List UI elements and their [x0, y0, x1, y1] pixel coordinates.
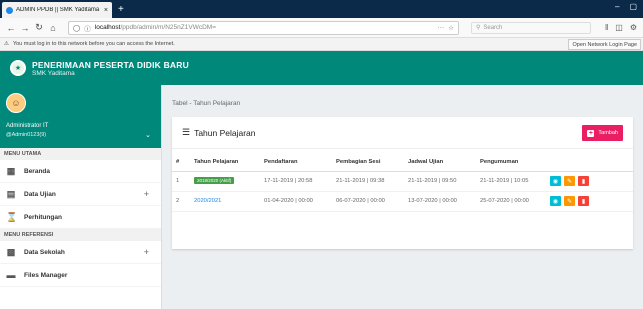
app-subtitle: SMK Yaditama	[32, 69, 75, 77]
col-header-actions	[546, 153, 633, 172]
edit-icon[interactable]: ✎	[564, 176, 575, 186]
active-year-badge: 2019/2020 (Aktif)	[194, 177, 235, 184]
col-header: Jadwal Ujian	[404, 153, 476, 172]
table-row: 1 2019/2020 (Aktif) 17-11-2019 | 20:58 2…	[172, 171, 633, 192]
url-bar[interactable]: ◯ ⓘ localhost /ppdb/admin/m/N25nZ1VWcDM=…	[68, 20, 459, 35]
back-icon[interactable]: ←	[4, 23, 18, 33]
home-icon[interactable]: ⌂	[46, 23, 60, 33]
card-title: Tahun Pelajaran	[194, 127, 256, 138]
new-tab-button[interactable]: +	[118, 2, 124, 18]
add-button[interactable]: + Tambah	[582, 125, 623, 141]
sidebar-item-label: Data Ujian	[24, 190, 56, 198]
sidebar-toggle-icon[interactable]: ◫	[615, 23, 623, 32]
tahun-pelajaran-card: ☰ Tahun Pelajaran + Tambah # Tahun Pelaj…	[172, 117, 633, 249]
school-icon: ▩	[6, 246, 16, 257]
sidebar-item-beranda[interactable]: ▦ Beranda	[0, 160, 161, 183]
url-host: localhost	[94, 24, 121, 31]
edit-icon[interactable]: ✎	[564, 196, 575, 206]
delete-icon[interactable]: ▮	[578, 176, 589, 186]
add-button-label: Tambah	[598, 130, 618, 136]
cell-sesi: 21-11-2019 | 09:38	[332, 171, 404, 192]
cell-sesi: 06-07-2020 | 00:00	[332, 191, 404, 212]
hourglass-icon: ⌛	[6, 211, 18, 222]
user-panel: ☺ Administrator IT @Admin0123(9) ⌄	[0, 85, 161, 148]
warning-icon: ⚠	[4, 41, 9, 47]
cell-ujian: 13-07-2020 | 00:00	[404, 191, 476, 212]
sidebar-item-data-ujian[interactable]: ▤ Data Ujian +	[0, 183, 161, 206]
browser-tab[interactable]: ADMIN PPDB || SMK Yaditama ×	[2, 2, 112, 18]
network-notice-bar: ⚠ You must log in to this network before…	[0, 38, 643, 51]
bookmark-star-icon[interactable]: ☆	[448, 24, 454, 32]
sidebar-item-data-sekolah[interactable]: ▩ Data Sekolah +	[0, 241, 161, 264]
section-header-main: MENU UTAMA	[0, 148, 161, 160]
view-icon[interactable]: ◉	[550, 176, 561, 186]
list-icon: ☰	[182, 127, 191, 137]
avatar: ☺	[6, 93, 26, 113]
cell-no: 2	[172, 191, 190, 212]
book-icon: ▤	[6, 188, 16, 199]
col-header: Pembagian Sesi	[332, 153, 404, 172]
cell-no: 1	[172, 171, 190, 192]
open-login-page-button[interactable]: Open Network Login Page	[568, 39, 641, 50]
favicon-icon	[6, 6, 13, 14]
view-icon[interactable]: ◉	[550, 196, 561, 206]
cell-tahun: 2019/2020 (Aktif)	[190, 171, 260, 192]
plus-icon: +	[587, 129, 595, 137]
tahun-table: # Tahun Pelajaran Pendaftaran Pembagian …	[172, 153, 633, 212]
library-icon[interactable]: ‖	[605, 23, 608, 32]
cell-ujian: 21-11-2019 | 09:50	[404, 171, 476, 192]
year-link[interactable]: 2020/2021	[194, 198, 221, 204]
sidebar: ☺ Administrator IT @Admin0123(9) ⌄ MENU …	[0, 85, 162, 309]
sidebar-item-label: Data Sekolah	[24, 248, 65, 256]
reload-icon[interactable]: ↻	[32, 22, 46, 33]
school-logo-icon: ★	[10, 60, 26, 76]
delete-icon[interactable]: ▮	[578, 196, 589, 206]
browser-nav-bar: ← → ↻ ⌂ ◯ ⓘ localhost /ppdb/admin/m/N25n…	[0, 18, 643, 38]
url-path: /ppdb/admin/m/N25nZ1VWcDM=	[120, 24, 216, 31]
cell-actions: ◉ ✎ ▮	[546, 171, 633, 192]
dashboard-icon: ▦	[6, 165, 16, 176]
cell-pengumuman: 25-07-2020 | 00:00	[476, 191, 546, 212]
expand-icon[interactable]: +	[144, 189, 149, 199]
col-header: #	[172, 153, 190, 172]
sidebar-item-label: Beranda	[24, 167, 51, 175]
sidebar-item-label: Perhitungan	[24, 213, 62, 221]
user-id: @Admin0123(9)	[6, 132, 47, 138]
breadcrumb: Tabel - Tahun Pelajaran	[172, 100, 241, 107]
tab-title: ADMIN PPDB || SMK Yaditama	[16, 7, 100, 13]
search-input[interactable]: ⚲ Search	[470, 21, 591, 34]
expand-icon[interactable]: +	[144, 247, 149, 257]
cell-pendaftaran: 01-04-2020 | 00:00	[260, 191, 332, 212]
page-actions-icon[interactable]: ···	[438, 24, 445, 31]
app-header: ★ PENERIMAAN PESERTA DIDIK BARU SMK Yadi…	[0, 51, 643, 85]
sidebar-item-label: Files Manager	[24, 271, 68, 279]
app-title: PENERIMAAN PESERTA DIDIK BARU	[32, 59, 189, 70]
col-header: Pengumuman	[476, 153, 546, 172]
main-content: Tabel - Tahun Pelajaran ☰ Tahun Pelajara…	[162, 85, 643, 309]
search-placeholder: Search	[483, 24, 503, 31]
shield-icon: ◯	[73, 24, 81, 32]
table-row: 2 2020/2021 01-04-2020 | 00:00 06-07-202…	[172, 191, 633, 212]
info-icon: ⓘ	[84, 25, 91, 33]
col-header: Pendaftaran	[260, 153, 332, 172]
chevron-down-icon[interactable]: ⌄	[145, 131, 151, 139]
section-header-referensi: MENU REFERENSI	[0, 229, 161, 241]
browser-tab-bar: ADMIN PPDB || SMK Yaditama × + – ▢	[0, 0, 643, 18]
search-icon: ⚲	[475, 25, 481, 31]
forward-icon[interactable]: →	[18, 23, 32, 33]
notice-text: You must log in to this network before y…	[12, 41, 175, 47]
sidebar-item-files-manager[interactable]: ▬ Files Manager	[0, 264, 161, 287]
col-header: Tahun Pelajaran	[190, 153, 260, 172]
folder-icon: ▬	[6, 269, 16, 280]
cell-tahun: 2020/2021	[190, 191, 260, 212]
cell-actions: ◉ ✎ ▮	[546, 191, 633, 212]
maximize-button[interactable]: ▢	[629, 2, 637, 11]
user-name: Administrator IT	[6, 123, 49, 129]
cell-pengumuman: 21-11-2019 | 10:05	[476, 171, 546, 192]
close-tab-icon[interactable]: ×	[104, 7, 108, 14]
sidebar-item-perhitungan[interactable]: ⌛ Perhitungan	[0, 206, 161, 229]
minimize-button[interactable]: –	[615, 2, 619, 11]
extensions-icon[interactable]: ⚙	[630, 23, 637, 32]
cell-pendaftaran: 17-11-2019 | 20:58	[260, 171, 332, 192]
